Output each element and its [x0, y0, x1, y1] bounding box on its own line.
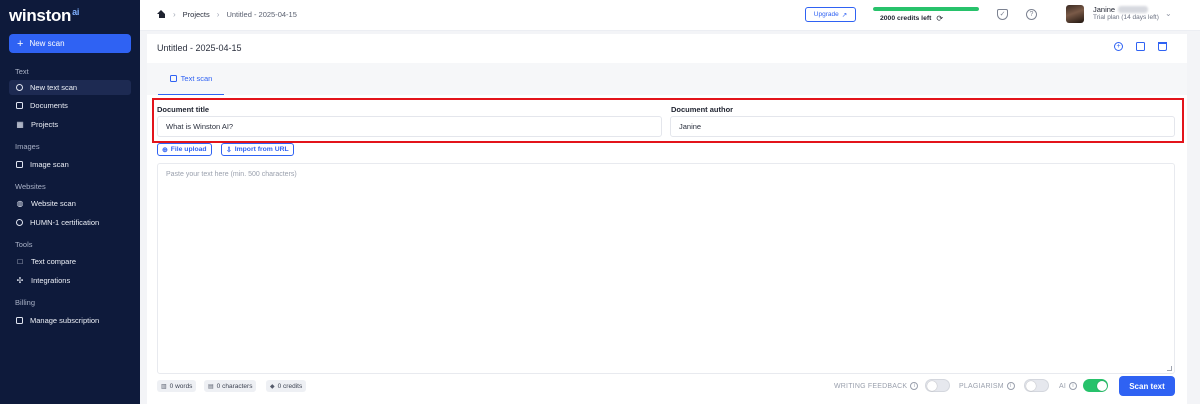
sidebar-item-manage-subscription[interactable]: Manage subscription	[9, 313, 131, 328]
chevron-right-icon: ›	[216, 10, 220, 19]
trash-icon[interactable]	[1158, 42, 1167, 51]
topbar: › Projects › Untitled - 2025-04-15 Upgra…	[140, 0, 1200, 31]
document-title-input[interactable]: What is Winston AI?	[157, 116, 662, 137]
writing-feedback-label: WRITING FEEDBACK i	[834, 382, 919, 390]
home-icon[interactable]	[157, 10, 166, 19]
image-icon	[16, 161, 23, 168]
sidebar-item-integrations[interactable]: ✣ Integrations	[9, 273, 131, 288]
add-icon[interactable]: +	[1114, 42, 1123, 51]
document-title-label: Document title	[157, 105, 210, 114]
file-upload-button[interactable]: ⊕ File upload	[157, 143, 212, 156]
rocket-icon: ↗	[841, 11, 848, 19]
book-icon: □	[17, 256, 23, 266]
upgrade-button[interactable]: Upgrade ↗	[805, 7, 856, 22]
ai-label: AI i	[1059, 382, 1078, 390]
document-icon	[16, 102, 23, 109]
document-icon	[169, 75, 177, 82]
breadcrumb: › Projects › Untitled - 2025-04-15	[157, 10, 297, 19]
section-title-billing: Billing	[15, 298, 36, 307]
sidebar-item-text-compare[interactable]: □ Text compare	[9, 254, 131, 269]
check-circle-icon	[16, 219, 23, 226]
globe-icon: ◍	[16, 198, 24, 208]
credits-progress	[873, 7, 979, 11]
info-icon[interactable]: i	[910, 382, 919, 390]
plagiarism-toggle[interactable]	[1024, 379, 1049, 392]
help-icon[interactable]: ?	[1026, 9, 1037, 20]
document-author-label: Document author	[671, 105, 734, 114]
info-icon[interactable]: i	[1006, 382, 1015, 390]
chevron-right-icon: ›	[173, 10, 176, 19]
chevron-down-icon[interactable]: ⌄	[1165, 9, 1172, 18]
toggle-knob	[1097, 381, 1107, 391]
characters-icon: ▤	[208, 383, 214, 390]
tab-text-scan[interactable]: Text scan	[158, 63, 224, 95]
section-title-images: Images	[15, 142, 40, 151]
sidebar: winstonai + New scan Text New text scan …	[0, 0, 140, 404]
blurred-surname	[1118, 6, 1149, 13]
toggle-knob	[927, 381, 937, 391]
section-title-tools: Tools	[15, 240, 33, 249]
ai-toggle[interactable]	[1083, 379, 1108, 392]
words-icon: ▥	[161, 383, 167, 390]
plus-circle-icon	[16, 84, 23, 91]
new-scan-button[interactable]: + New scan	[9, 34, 131, 53]
breadcrumb-projects[interactable]: Projects	[183, 10, 210, 19]
text-input-area[interactable]: Paste your text here (min. 500 character…	[157, 163, 1175, 374]
document-author-input[interactable]: Janine	[670, 116, 1175, 137]
sidebar-item-documents[interactable]: Documents	[9, 98, 131, 113]
credit-count: ◆ 0 credits	[266, 380, 307, 392]
shield-icon[interactable]: ✓	[997, 9, 1008, 20]
user-name[interactable]: Janine	[1093, 5, 1149, 14]
writing-feedback-toggle[interactable]	[925, 379, 950, 392]
archive-icon[interactable]	[1136, 42, 1145, 51]
avatar[interactable]	[1066, 5, 1084, 23]
toggle-knob	[1026, 381, 1036, 391]
card-icon	[16, 317, 23, 324]
word-count: ▥ 0 words	[157, 380, 197, 392]
refresh-icon[interactable]: ⟳	[936, 14, 943, 23]
diamond-icon: ◆	[270, 383, 275, 390]
info-icon[interactable]: i	[1069, 382, 1078, 390]
breadcrumb-current: Untitled - 2025-04-15	[226, 10, 297, 19]
scan-text-button[interactable]: Scan text	[1119, 376, 1175, 396]
credits-progress-fill	[873, 7, 979, 11]
user-plan: Trial plan (14 days left)	[1093, 14, 1159, 21]
sidebar-item-image-scan[interactable]: Image scan	[9, 157, 131, 172]
tab-strip	[147, 63, 1187, 95]
scan-editor: Untitled - 2025-04-15 + Text scan Docume…	[147, 34, 1187, 404]
document-title-heading[interactable]: Untitled - 2025-04-15	[157, 43, 242, 53]
resize-handle[interactable]	[1167, 366, 1172, 371]
section-title-websites: Websites	[15, 182, 46, 191]
puzzle-icon: ✣	[16, 275, 24, 285]
plus-icon: +	[17, 37, 24, 50]
import-url-button[interactable]: ⇩ Import from URL	[221, 143, 294, 156]
import-icon: ⇩	[226, 146, 232, 154]
upload-icon: ⊕	[162, 146, 168, 154]
plagiarism-label: PLAGIARISM i	[959, 382, 1015, 390]
character-count: ▤ 0 characters	[204, 380, 257, 392]
logo[interactable]: winstonai	[9, 6, 79, 26]
sidebar-item-new-text-scan[interactable]: New text scan	[9, 80, 131, 95]
section-title-text: Text	[15, 67, 29, 76]
sidebar-item-projects[interactable]: ▦ Projects	[9, 117, 131, 132]
sidebar-item-website-scan[interactable]: ◍ Website scan	[9, 196, 131, 211]
grid-icon: ▦	[16, 119, 24, 129]
sidebar-item-humn-certification[interactable]: HUMN-1 certification	[9, 215, 131, 230]
text-placeholder: Paste your text here (min. 500 character…	[166, 171, 297, 178]
credits-info: 2000 credits left ⟳	[880, 14, 944, 23]
